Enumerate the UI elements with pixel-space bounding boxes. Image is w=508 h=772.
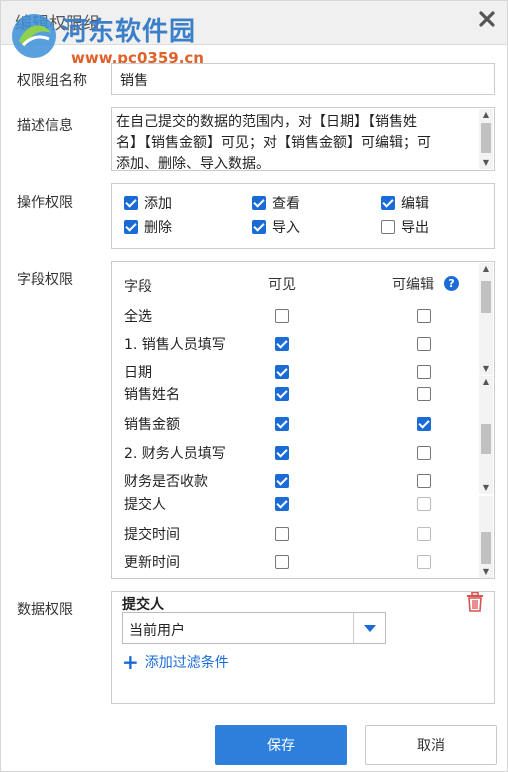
field-row-name: 日期 xyxy=(124,365,152,381)
operation-permissions: 添加 查看 编辑 删除 导入 导出 xyxy=(111,183,495,249)
scroll-thumb[interactable] xyxy=(481,424,491,454)
add-filter-link[interactable]: + 添加过滤条件 xyxy=(122,652,229,672)
fields-scrollbar-bottom[interactable]: ▼ xyxy=(479,496,493,578)
op-delete-checkbox[interactable]: 删除 xyxy=(124,218,172,236)
field-row-name: 提交人 xyxy=(124,497,166,513)
editable-checkbox[interactable] xyxy=(417,474,431,488)
scroll-down-icon[interactable]: ▼ xyxy=(479,157,493,169)
op-label: 导入 xyxy=(272,220,300,236)
checkbox-checked-icon xyxy=(124,220,138,234)
op-label: 添加 xyxy=(144,196,172,212)
visible-checkbox[interactable] xyxy=(275,527,289,541)
scroll-thumb[interactable] xyxy=(481,532,491,564)
editable-checkbox[interactable] xyxy=(417,417,431,431)
editable-checkbox xyxy=(417,555,431,569)
checkbox-checked-icon xyxy=(252,220,266,234)
editable-checkbox xyxy=(417,497,431,511)
group-name-label: 权限组名称 xyxy=(17,73,87,89)
fields-scrollbar-middle[interactable]: ▲ ▼ xyxy=(479,376,493,494)
field-row-name: 销售金额 xyxy=(124,417,180,433)
editable-checkbox[interactable] xyxy=(417,309,431,323)
description-line: 名】【销售金额】可见；对【销售金额】可编辑；可 xyxy=(116,135,431,151)
visible-checkbox[interactable] xyxy=(275,337,289,351)
editable-checkbox xyxy=(417,527,431,541)
editable-checkbox[interactable] xyxy=(417,387,431,401)
help-icon[interactable]: ? xyxy=(444,276,459,291)
description-scrollbar[interactable]: ▲ ▼ xyxy=(479,109,493,169)
scroll-up-icon[interactable]: ▲ xyxy=(479,376,493,388)
trash-icon[interactable] xyxy=(466,592,484,612)
add-filter-label: 添加过滤条件 xyxy=(144,655,229,671)
select-value: 当前用户 xyxy=(129,623,185,639)
filter-value-select[interactable]: 当前用户 xyxy=(122,612,386,644)
op-label: 编辑 xyxy=(401,196,429,212)
field-row-name: 2. 财务人员填写 xyxy=(124,446,226,462)
editable-checkbox[interactable] xyxy=(417,337,431,351)
fields-scrollbar-top[interactable]: ▲ ▼ xyxy=(479,263,493,375)
field-row-name: 财务是否收款 xyxy=(124,474,208,490)
visible-checkbox[interactable] xyxy=(275,555,289,569)
field-row-name: 1. 销售人员填写 xyxy=(124,337,226,353)
close-icon[interactable] xyxy=(477,9,497,29)
field-row-name: 全选 xyxy=(124,309,152,325)
description-label: 描述信息 xyxy=(17,118,73,134)
edit-permission-dialog: 编辑权限组 河东软件园 www.pc0359.cn 权限组名称 销售 描述信息 … xyxy=(0,0,508,772)
op-view-checkbox[interactable]: 查看 xyxy=(252,194,300,212)
editable-checkbox[interactable] xyxy=(417,446,431,460)
visible-checkbox[interactable] xyxy=(275,474,289,488)
scroll-up-icon[interactable]: ▲ xyxy=(479,109,493,121)
description-text: 在自己提交的数据的范围内，对【日期】【销售姓 名】【销售金额】可见；对【销售金额… xyxy=(116,112,478,175)
col-visible-header: 可见 xyxy=(268,277,296,293)
checkbox-checked-icon xyxy=(252,196,266,210)
col-field-header: 字段 xyxy=(124,279,152,295)
data-permission-box: 提交人 当前用户 + 添加过滤条件 xyxy=(111,591,495,704)
scroll-down-icon[interactable]: ▼ xyxy=(479,363,493,375)
checkbox-checked-icon xyxy=(381,196,395,210)
scroll-up-icon[interactable]: ▲ xyxy=(479,263,493,275)
op-label: 删除 xyxy=(144,220,172,236)
visible-checkbox[interactable] xyxy=(275,446,289,460)
op-edit-checkbox[interactable]: 编辑 xyxy=(381,194,429,212)
field-permissions: 字段 可见 可编辑 ? 全选 1. 销售人员填写 日期销售姓名销售金额 2. 财务人员… xyxy=(111,261,495,579)
op-add-checkbox[interactable]: 添加 xyxy=(124,194,172,212)
visible-checkbox[interactable] xyxy=(275,365,289,379)
dialog-titlebar: 编辑权限组 xyxy=(1,1,507,45)
editable-checkbox[interactable] xyxy=(417,365,431,379)
description-textarea[interactable]: 在自己提交的数据的范围内，对【日期】【销售姓 名】【销售金额】可见；对【销售金额… xyxy=(111,107,495,172)
description-line: 在自己提交的数据的范围内，对【日期】【销售姓 xyxy=(116,114,417,130)
field-row-name: 更新时间 xyxy=(124,555,180,571)
op-export-checkbox[interactable]: 导出 xyxy=(381,218,429,236)
op-import-checkbox[interactable]: 导入 xyxy=(252,218,300,236)
visible-checkbox[interactable] xyxy=(275,309,289,323)
visible-checkbox[interactable] xyxy=(275,497,289,511)
dropdown-arrow-icon[interactable] xyxy=(353,613,385,643)
data-permission-label: 数据权限 xyxy=(17,602,73,618)
scroll-thumb[interactable] xyxy=(481,123,491,153)
visible-checkbox[interactable] xyxy=(275,387,289,401)
cancel-button[interactable]: 取消 xyxy=(365,725,497,765)
group-name-input[interactable]: 销售 xyxy=(111,63,495,95)
scroll-down-icon[interactable]: ▼ xyxy=(479,566,493,578)
save-button[interactable]: 保存 xyxy=(215,725,347,765)
filter-field-name: 提交人 xyxy=(122,597,164,613)
field-row-name: 销售姓名 xyxy=(124,387,180,403)
description-line: 添加、删除、导入数据。 xyxy=(116,156,270,172)
checkbox-unchecked-icon xyxy=(381,220,395,234)
scroll-down-icon[interactable]: ▼ xyxy=(479,482,493,494)
fields-label: 字段权限 xyxy=(17,272,73,288)
op-label: 导出 xyxy=(401,220,429,236)
col-editable-header: 可编辑 xyxy=(392,277,434,293)
plus-icon: + xyxy=(122,650,139,674)
visible-checkbox[interactable] xyxy=(275,417,289,431)
op-label: 查看 xyxy=(272,196,300,212)
checkbox-checked-icon xyxy=(124,196,138,210)
dialog-title: 编辑权限组 xyxy=(15,14,100,34)
operation-label: 操作权限 xyxy=(17,195,73,211)
field-row-name: 提交时间 xyxy=(124,527,180,543)
scroll-thumb[interactable] xyxy=(481,281,491,313)
